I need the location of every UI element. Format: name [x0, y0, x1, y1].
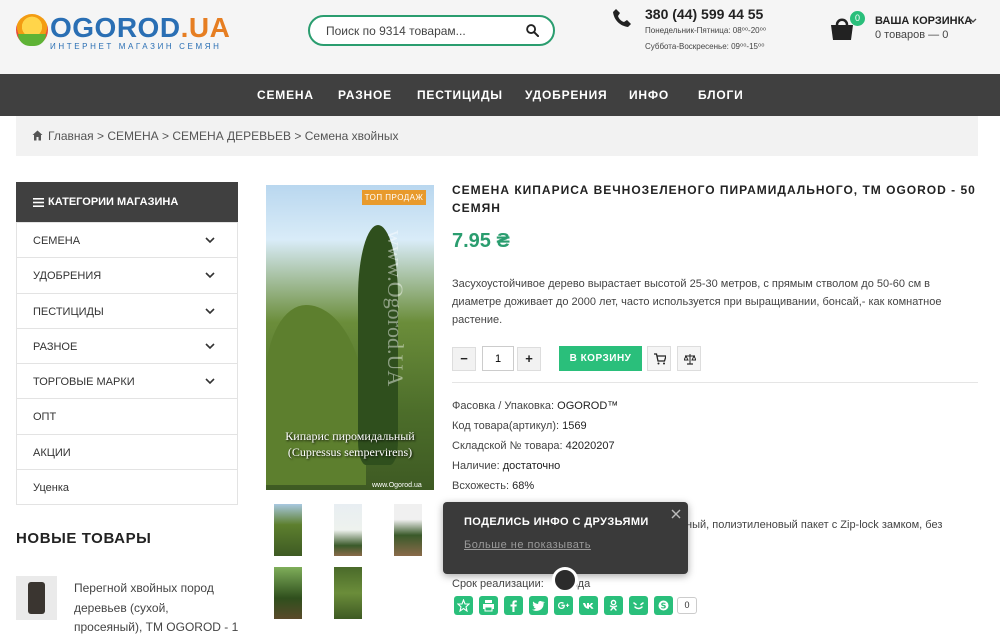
scales-icon — [684, 354, 696, 365]
site-header: OGOROD.UA ИНТЕРНЕТ МАГАЗИН СЕМЯН 380 (44… — [0, 0, 1000, 74]
chevron-down-icon[interactable] — [205, 271, 215, 279]
print-share-button[interactable] — [479, 596, 498, 615]
attr-packaging: Фасовка / Упаковка: OGOROD™ — [452, 400, 619, 412]
mailru-share-button[interactable] — [629, 596, 648, 615]
quantity-decrease-button[interactable]: − — [452, 347, 476, 371]
attr-warehouse-number: Складской № товара: 42020207 — [452, 440, 615, 452]
category-list: СЕМЕНА УДОБРЕНИЯ ПЕСТИЦИДЫ РАЗНОЕ ТОРГОВ… — [16, 222, 238, 506]
home-icon[interactable] — [32, 130, 43, 141]
twitter-share-button[interactable] — [529, 596, 548, 615]
skype-icon: S — [658, 600, 669, 611]
search-input[interactable] — [326, 23, 516, 39]
skype-share-button[interactable]: S — [654, 596, 673, 615]
product-thumbnail[interactable] — [274, 504, 302, 556]
logo-tagline: ИНТЕРНЕТ МАГАЗИН СЕМЯН — [50, 42, 222, 51]
categories-header: КАТЕГОРИИ МАГАЗИНА — [16, 182, 238, 222]
product-description: Засухоустойчивое дерево вырастает высото… — [452, 278, 942, 326]
divider — [452, 382, 978, 383]
facebook-share-button[interactable] — [504, 596, 523, 615]
site-logo[interactable]: OGOROD.UA ИНТЕРНЕТ МАГАЗИН СЕМЯН — [16, 12, 230, 52]
new-product-link[interactable]: Перегной хвойных пород деревьев (сухой, … — [74, 579, 240, 638]
quantity-increase-button[interactable]: + — [517, 347, 541, 371]
nav-item-seeds[interactable]: СЕМЕНА — [257, 88, 314, 102]
google-plus-icon — [558, 602, 570, 609]
breadcrumb-text[interactable]: Главная > СЕМЕНА > СЕМЕНА ДЕРЕВЬЕВ > Сем… — [48, 129, 399, 143]
attr-germination: Всхожесть: 68% — [452, 480, 535, 492]
categories-title: КАТЕГОРИИ МАГАЗИНА — [48, 196, 179, 208]
twitter-icon — [532, 600, 545, 611]
share-popup-title: ПОДЕЛИСЬ ИНФО С ДРУЗЬЯМИ — [464, 516, 649, 528]
new-products-title: НОВЫЕ ТОВАРЫ — [16, 530, 152, 547]
googleplus-share-button[interactable] — [554, 596, 573, 615]
attr-packaging-type-partial: ный, полиэтиленовый пакет с Zip-lock зам… — [686, 519, 943, 531]
vk-share-button[interactable] — [579, 596, 598, 615]
product-thumbnail[interactable] — [394, 504, 422, 556]
nav-item-info[interactable]: ИНФО — [629, 88, 669, 102]
menu-icon — [33, 198, 44, 207]
sun-logo-icon — [16, 14, 48, 46]
attr-sku: Код товара(артикул): 1569 — [452, 420, 587, 432]
nav-item-fertilizers[interactable]: УДОБРЕНИЯ — [525, 88, 608, 102]
close-icon[interactable] — [670, 508, 682, 520]
chevron-down-icon[interactable] — [205, 342, 215, 350]
chevron-down-icon[interactable] — [205, 377, 215, 385]
vk-icon — [583, 603, 594, 609]
product-thumbnail[interactable] — [334, 504, 362, 556]
phone-number[interactable]: 380 (44) 599 44 55 — [645, 6, 763, 22]
image-url-text: www.Ogorod.ua — [372, 482, 422, 489]
odnoklassniki-share-button[interactable] — [604, 596, 623, 615]
nav-item-misc[interactable]: РАЗНОЕ — [338, 88, 392, 102]
chevron-down-icon[interactable] — [969, 17, 977, 25]
chevron-down-icon[interactable] — [205, 307, 215, 315]
category-item-promotions[interactable]: АКЦИИ — [17, 433, 237, 469]
compare-button[interactable] — [677, 346, 701, 371]
svg-text:S: S — [661, 602, 667, 611]
category-item-pesticides[interactable]: ПЕСТИЦИДЫ — [17, 292, 237, 328]
cart-icon — [654, 353, 666, 365]
category-item-misc[interactable]: РАЗНОЕ — [17, 327, 237, 363]
product-thumbnail[interactable] — [274, 567, 302, 619]
product-price: 7.95 ₴ — [452, 230, 510, 252]
main-nav: СЕМЕНА РАЗНОЕ ПЕСТИЦИДЫ УДОБРЕНИЯ ИНФО Б… — [0, 74, 1000, 116]
favorite-share-button[interactable] — [454, 596, 473, 615]
add-to-cart-button[interactable]: В КОРЗИНУ — [559, 346, 642, 371]
share-popup-anchor[interactable] — [552, 567, 578, 593]
category-item-wholesale[interactable]: ОПТ — [17, 398, 237, 433]
share-popup: ПОДЕЛИСЬ ИНФО С ДРУЗЬЯМИ Больше не показ… — [443, 502, 688, 574]
star-icon — [457, 599, 470, 612]
search-box — [308, 15, 555, 46]
mailru-icon — [633, 602, 644, 610]
phone-icon — [613, 9, 631, 27]
cart-count-badge: 0 — [850, 11, 865, 26]
cart-summary: 0 товаров — 0 — [875, 29, 949, 41]
category-item-brands[interactable]: ТОРГОВЫЕ МАРКИ — [17, 363, 237, 398]
dont-show-again-link[interactable]: Больше не показывать — [464, 539, 591, 551]
print-icon — [483, 600, 494, 612]
image-watermark: www.Ogorod.UA — [383, 230, 408, 387]
nav-item-pesticides[interactable]: ПЕСТИЦИДЫ — [417, 88, 503, 102]
cart-title[interactable]: ВАША КОРЗИНКА — [875, 15, 972, 27]
attr-availability: Наличие: достаточно — [452, 460, 561, 472]
hours-weekdays: Понедельник-Пятница: 08⁰⁰-20⁰⁰ — [645, 26, 767, 35]
hours-weekend: Суббота-Воскресенье: 09⁰⁰-15⁰⁰ — [645, 42, 765, 51]
top-sales-badge: ТОП ПРОДАЖ — [362, 190, 426, 205]
share-counter: 0 — [677, 597, 697, 614]
category-item-discount[interactable]: Уценка — [17, 469, 237, 504]
facebook-icon — [510, 600, 517, 612]
quantity-input[interactable] — [482, 346, 514, 371]
attr-shelf-life-label: Срок реализации: — [452, 578, 544, 590]
quick-cart-button[interactable] — [647, 346, 671, 371]
search-icon[interactable] — [526, 24, 539, 37]
product-title: СЕМЕНА КИПАРИСА ВЕЧНОЗЕЛЕНОГО ПИРАМИДАЛЬ… — [452, 183, 976, 215]
chevron-down-icon[interactable] — [205, 236, 215, 244]
breadcrumb: Главная > СЕМЕНА > СЕМЕНА ДЕРЕВЬЕВ > Сем… — [16, 116, 978, 156]
category-item-fertilizers[interactable]: УДОБРЕНИЯ — [17, 257, 237, 292]
odnoklassniki-icon — [609, 599, 618, 611]
image-caption: Кипарис пиромидальный (Cupressus semperv… — [285, 429, 415, 459]
logo-text: OGOROD.UA — [50, 12, 231, 43]
category-item-seeds[interactable]: СЕМЕНА — [17, 222, 237, 257]
product-thumbnail[interactable] — [334, 567, 362, 619]
new-product-thumbnail[interactable] — [16, 576, 57, 620]
nav-item-blogs[interactable]: БЛОГИ — [698, 88, 744, 102]
